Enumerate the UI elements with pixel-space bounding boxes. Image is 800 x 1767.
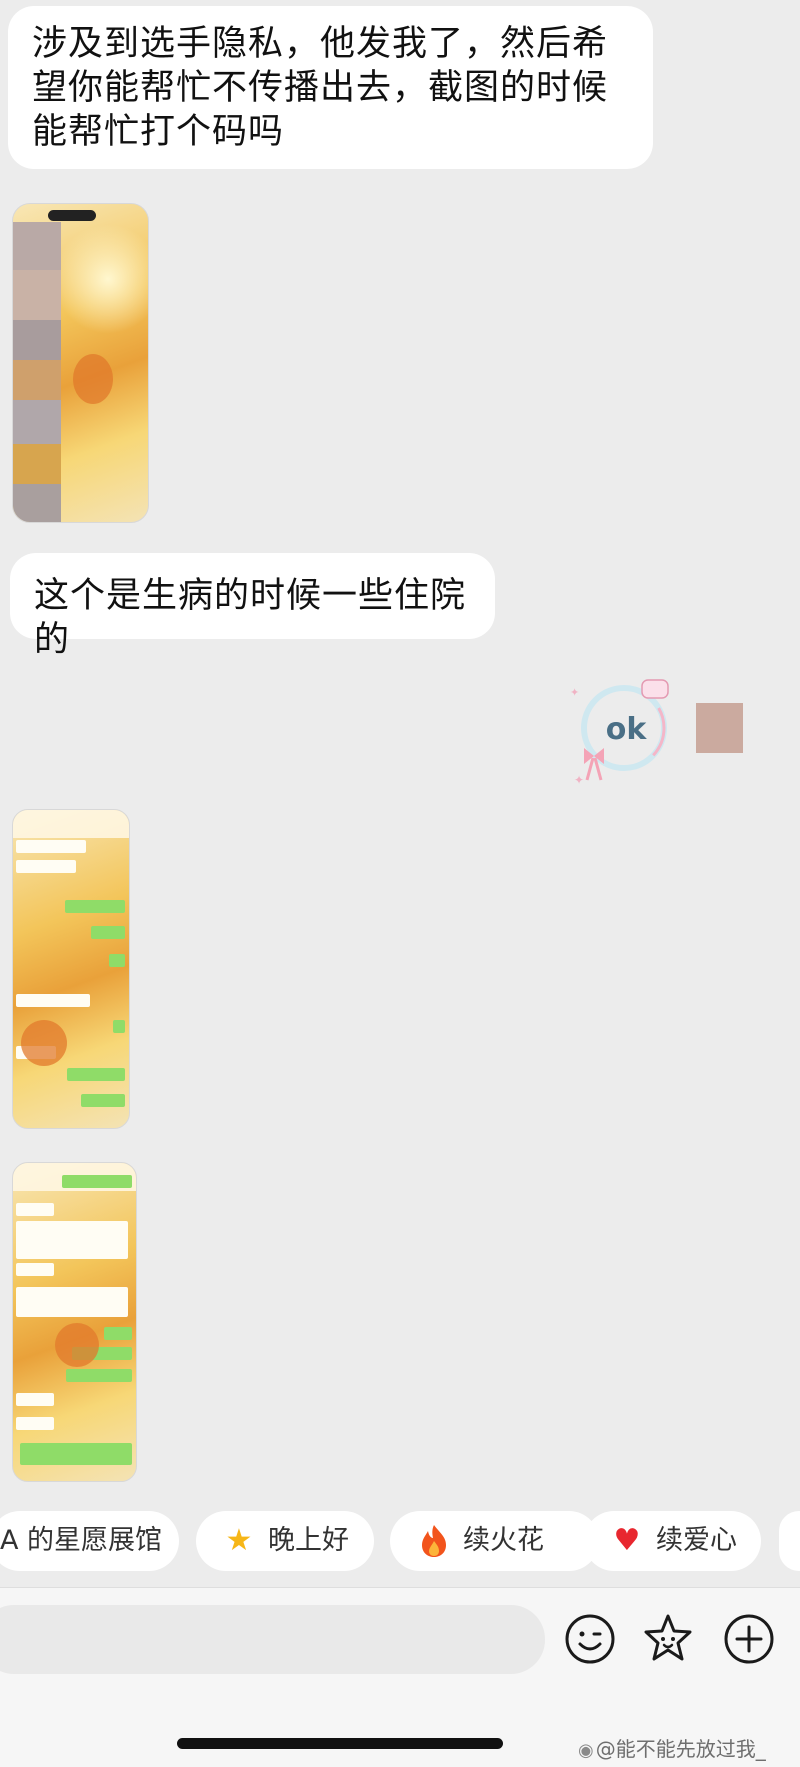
screenshot-bubble bbox=[65, 900, 125, 913]
sparkle-icon: ✦ bbox=[574, 773, 584, 786]
star-eye bbox=[671, 1637, 675, 1641]
quick-reply-chip-continue-heart[interactable]: ♥ 续爱心 bbox=[584, 1511, 761, 1571]
screenshot-bubble bbox=[16, 1393, 54, 1406]
image-message-chat-screenshot[interactable] bbox=[12, 1162, 137, 1482]
screenshot-bubble bbox=[16, 1221, 128, 1259]
mosaic-block bbox=[13, 400, 61, 444]
fire-icon bbox=[422, 1525, 446, 1557]
screenshot-bubble bbox=[16, 1287, 128, 1317]
screenshot-bubble bbox=[16, 860, 76, 873]
sparkle-icon: ✦ bbox=[570, 686, 579, 699]
screenshot-bubble bbox=[62, 1175, 132, 1188]
screenshot-bubble bbox=[20, 1443, 132, 1465]
chip-label: 续火花 bbox=[463, 1525, 544, 1556]
cat-icon bbox=[641, 679, 669, 699]
screenshot-bubble bbox=[113, 1020, 125, 1033]
mosaic-block bbox=[13, 444, 61, 484]
screenshot-bubble bbox=[81, 1094, 125, 1107]
star-mouth bbox=[662, 1643, 674, 1649]
screenshot-bubble bbox=[104, 1327, 132, 1340]
screenshot-bubble bbox=[16, 1263, 54, 1276]
character-hair bbox=[21, 1020, 67, 1066]
star-icon: ★ bbox=[225, 1523, 253, 1558]
screenshot-header bbox=[13, 810, 129, 838]
watermark: ◉ @能不能先放过我_ bbox=[578, 1733, 766, 1762]
home-indicator[interactable] bbox=[177, 1738, 503, 1749]
message-text: 涉及到选手隐私，他发我了，然后希望你能帮忙不传播出去，截图的时候能帮忙打个码吗 bbox=[32, 24, 609, 152]
screenshot-bubble bbox=[16, 1417, 54, 1430]
image-message-screenshot[interactable] bbox=[12, 203, 149, 523]
ok-sticker[interactable]: ok ✦ ✦ bbox=[566, 676, 676, 786]
emoji-button[interactable] bbox=[563, 1612, 617, 1666]
mosaic-block bbox=[13, 222, 61, 270]
add-button[interactable] bbox=[722, 1612, 776, 1666]
plus-icon bbox=[735, 1625, 763, 1653]
weibo-logo-icon: ◉ bbox=[578, 1740, 594, 1761]
message-text: 这个是生病的时候一些住院的 bbox=[34, 576, 467, 660]
character-hair bbox=[73, 354, 113, 404]
quick-reply-chip[interactable]: A 的星愿展馆 bbox=[0, 1511, 179, 1571]
screenshot-bubble bbox=[66, 1369, 132, 1382]
chip-label: 续爱心 bbox=[656, 1525, 737, 1556]
star-eye bbox=[661, 1637, 665, 1641]
mosaic-block bbox=[13, 320, 61, 360]
star-face-icon bbox=[644, 1614, 692, 1661]
emoji-eye bbox=[579, 1631, 585, 1637]
image-message-chat-screenshot[interactable] bbox=[12, 809, 130, 1129]
message-bubble-incoming[interactable]: 这个是生病的时候一些住院的 bbox=[10, 553, 495, 660]
avatar[interactable] bbox=[696, 703, 743, 753]
quick-reply-chip-more[interactable] bbox=[779, 1511, 800, 1571]
sticker-button[interactable] bbox=[641, 1612, 695, 1666]
emoji-mouth bbox=[578, 1642, 602, 1651]
screenshot-bubble bbox=[16, 994, 90, 1007]
screenshot-bubble bbox=[109, 954, 125, 967]
screenshot-bubble bbox=[16, 840, 86, 853]
mosaic-block bbox=[13, 270, 61, 320]
watermark-text: @能不能先放过我_ bbox=[595, 1737, 766, 1761]
chip-label: A 的星愿展馆 bbox=[0, 1525, 163, 1556]
character-hair bbox=[55, 1323, 99, 1367]
mosaic-block bbox=[13, 484, 61, 522]
message-input[interactable] bbox=[0, 1605, 545, 1674]
sticker-ok-text: ok bbox=[606, 712, 648, 747]
screenshot-bubble bbox=[91, 926, 125, 939]
image-glow bbox=[53, 224, 148, 334]
phone-notch bbox=[48, 210, 96, 221]
screenshot-bubble bbox=[16, 1203, 54, 1216]
chip-label: 晚上好 bbox=[268, 1525, 349, 1556]
emoji-icon bbox=[565, 1614, 615, 1664]
heart-icon: ♥ bbox=[613, 1523, 641, 1558]
message-bubble-incoming[interactable]: 涉及到选手隐私，他发我了，然后希望你能帮忙不传播出去，截图的时候能帮忙打个码吗 bbox=[8, 6, 653, 169]
screenshot-bubble bbox=[67, 1068, 125, 1081]
quick-reply-chip-continue-spark[interactable]: 续火花 bbox=[390, 1511, 599, 1571]
mosaic-block bbox=[13, 360, 61, 400]
quick-reply-chip-good-evening[interactable]: ★ 晚上好 bbox=[196, 1511, 374, 1571]
